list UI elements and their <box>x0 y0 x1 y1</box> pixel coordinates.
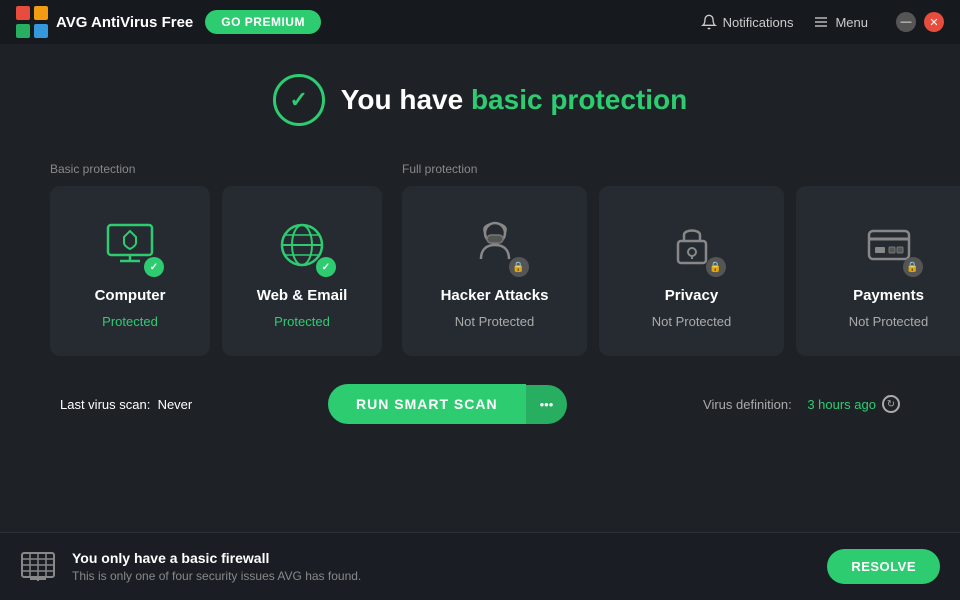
basic-cards-row: ✓ Computer Protected <box>50 186 382 356</box>
hacker-attacks-card-title: Hacker Attacks <box>441 287 549 304</box>
bell-icon <box>701 14 717 30</box>
resolve-button[interactable]: RESOLVE <box>827 549 940 584</box>
titlebar-left: AVG AntiVirus Free GO PREMIUM <box>16 6 321 38</box>
titlebar-right: Notifications Menu — ✕ <box>701 12 944 32</box>
refresh-icon[interactable]: ↻ <box>882 395 900 413</box>
privacy-card-title: Privacy <box>665 287 718 304</box>
virus-def-label: Virus definition: <box>703 397 792 412</box>
computer-check-badge: ✓ <box>144 257 164 277</box>
close-button[interactable]: ✕ <box>924 12 944 32</box>
scan-info-right: Virus definition: 3 hours ago ↻ <box>703 395 900 413</box>
status-header: ✓ You have basic protection <box>50 74 910 126</box>
web-email-card-title: Web & Email <box>257 287 348 304</box>
web-email-card[interactable]: ✓ Web & Email Protected <box>222 186 382 356</box>
avg-logo-icon <box>16 6 48 38</box>
hacker-attacks-card-status: Not Protected <box>455 314 535 329</box>
notifications-button[interactable]: Notifications <box>701 14 794 30</box>
web-email-card-status: Protected <box>274 314 330 329</box>
privacy-icon-area: 🔒 <box>660 213 724 277</box>
notifications-label: Notifications <box>723 15 794 30</box>
app-name-label: AVG AntiVirus Free <box>56 14 193 31</box>
footer-banner: You only have a basic firewall This is o… <box>0 532 960 600</box>
web-email-icon-area: ✓ <box>270 213 334 277</box>
payments-card-title: Payments <box>853 287 924 304</box>
basic-section-label: Basic protection <box>50 162 382 176</box>
status-check-circle: ✓ <box>273 74 325 126</box>
basic-protection-section: Basic protection ✓ Computer Protect <box>50 162 382 356</box>
window-controls: — ✕ <box>896 12 944 32</box>
scan-bar: Last virus scan: Never RUN SMART SCAN ••… <box>50 384 910 424</box>
payments-lock-badge: 🔒 <box>903 257 923 277</box>
hacker-attacks-icon-area: 🔒 <box>463 213 527 277</box>
status-title-part1: You have <box>341 84 471 115</box>
payments-icon-area: 🔒 <box>857 213 921 277</box>
main-content: ✓ You have basic protection Basic protec… <box>0 44 960 444</box>
firewall-icon <box>20 549 56 585</box>
checkmark-icon: ✓ <box>290 87 308 113</box>
computer-card[interactable]: ✓ Computer Protected <box>50 186 210 356</box>
hacker-attacks-card[interactable]: 🔒 Hacker Attacks Not Protected <box>402 186 587 356</box>
menu-button[interactable]: Menu <box>813 14 868 30</box>
privacy-card-status: Not Protected <box>652 314 732 329</box>
last-scan-value: Never <box>158 397 193 412</box>
full-section-label: Full protection <box>402 162 960 176</box>
menu-label: Menu <box>835 15 868 30</box>
privacy-lock-badge: 🔒 <box>706 257 726 277</box>
computer-card-title: Computer <box>95 287 166 304</box>
footer-subtitle: This is only one of four security issues… <box>72 569 811 583</box>
payments-card[interactable]: 🔒 Payments Not Protected <box>796 186 960 356</box>
status-title: You have basic protection <box>341 84 687 116</box>
footer-text: You only have a basic firewall This is o… <box>72 550 811 583</box>
payments-card-status: Not Protected <box>849 314 929 329</box>
computer-icon-area: ✓ <box>98 213 162 277</box>
run-smart-scan-button[interactable]: RUN SMART SCAN <box>328 384 526 424</box>
go-premium-button[interactable]: GO PREMIUM <box>205 10 321 34</box>
scan-btn-group: RUN SMART SCAN ••• <box>328 384 567 424</box>
last-scan-label: Last virus scan: <box>60 397 150 412</box>
virus-def-value: 3 hours ago <box>807 397 876 412</box>
computer-card-status: Protected <box>102 314 158 329</box>
menu-icon <box>813 14 829 30</box>
titlebar: AVG AntiVirus Free GO PREMIUM Notificati… <box>0 0 960 44</box>
privacy-card[interactable]: 🔒 Privacy Not Protected <box>599 186 784 356</box>
avg-logo: AVG AntiVirus Free <box>16 6 193 38</box>
scan-more-button[interactable]: ••• <box>526 385 568 424</box>
full-cards-row: 🔒 Hacker Attacks Not Protected <box>402 186 960 356</box>
hacker-attacks-lock-badge: 🔒 <box>509 257 529 277</box>
status-title-highlight: basic protection <box>471 84 687 115</box>
full-protection-section: Full protection <box>402 162 960 356</box>
web-email-check-badge: ✓ <box>316 257 336 277</box>
minimize-button[interactable]: — <box>896 12 916 32</box>
scan-info-left: Last virus scan: Never <box>60 397 192 412</box>
footer-title: You only have a basic firewall <box>72 550 811 566</box>
